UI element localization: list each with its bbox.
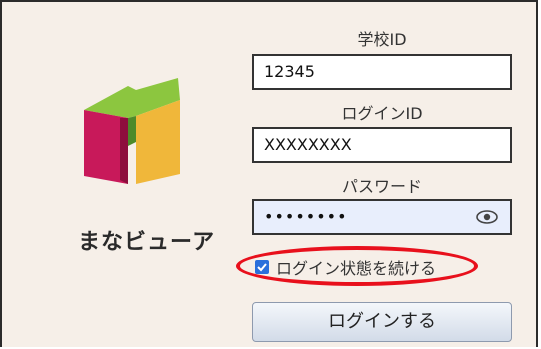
brand-name: まなビューア (78, 230, 216, 255)
login-id-input[interactable]: XXXXXXXX (252, 127, 512, 163)
school-id-label: 学校ID (357, 30, 407, 49)
login-button[interactable]: ログインする (252, 302, 512, 342)
highlight-ellipse (236, 246, 478, 286)
school-id-input[interactable]: 12345 (252, 54, 512, 90)
login-form: 学校ID 12345 ログインID XXXXXXXX パスワード •••••••… (252, 2, 514, 349)
password-label: パスワード (341, 177, 422, 196)
login-id-label: ログインID (341, 104, 423, 123)
eye-icon[interactable] (476, 210, 498, 224)
login-panel: まなビューア 学校ID 12345 ログインID XXXXXXXX パスワード … (0, 0, 538, 347)
password-value: •••••••• (264, 207, 348, 226)
book-logo-icon (84, 78, 180, 184)
brand-logo: まなビューア (68, 76, 214, 266)
password-input[interactable]: •••••••• (252, 199, 512, 235)
